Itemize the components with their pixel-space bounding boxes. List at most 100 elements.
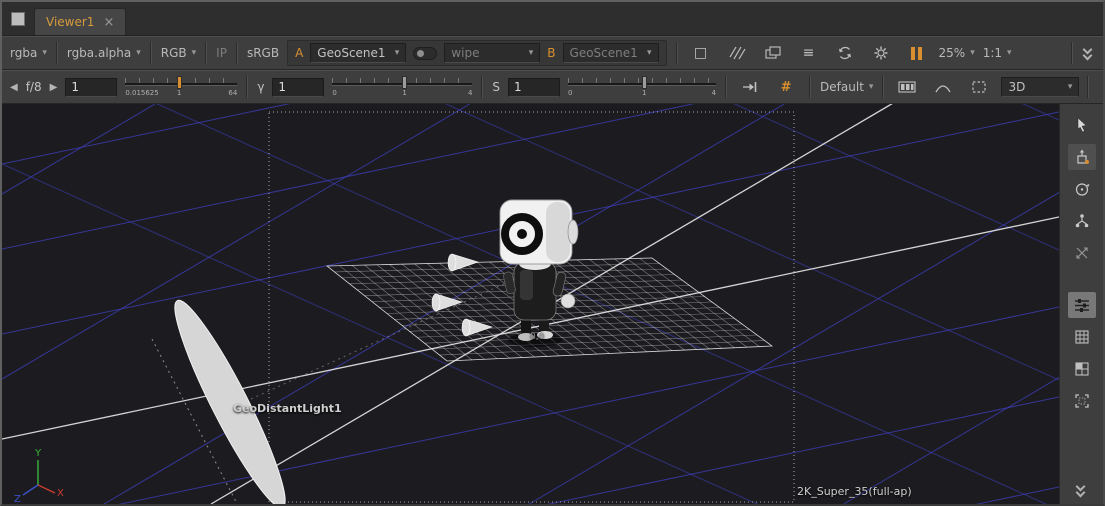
tab-close-icon[interactable]: × <box>103 16 114 29</box>
input-a-label: A <box>295 46 303 60</box>
divider <box>676 42 678 64</box>
saturation-input[interactable]: 1 <box>508 78 560 97</box>
gain-input[interactable]: 1 <box>65 78 117 97</box>
cursor-icon <box>1073 116 1091 134</box>
contact-sheet-button[interactable] <box>1068 324 1096 350</box>
translate-tool-button[interactable] <box>1068 144 1096 170</box>
saturation-slider-handle[interactable] <box>642 76 647 89</box>
divider <box>1071 42 1073 64</box>
saturation-label: S <box>492 80 500 94</box>
input-b-label: B <box>547 46 555 60</box>
scale-icon <box>1073 244 1091 262</box>
origin-label: 0,0 <box>530 332 544 342</box>
chevron-down-icon: ▾ <box>869 82 874 92</box>
chevron-down-icon: ▾ <box>1068 82 1073 92</box>
chevron-down-icon: ▾ <box>192 48 197 58</box>
lut-curve-button[interactable] <box>929 74 957 100</box>
layer-dropdown[interactable]: rgba ▾ <box>10 46 47 60</box>
next-arrow-icon[interactable]: ▶ <box>50 82 58 93</box>
gamma-slider[interactable]: 0 1 4 <box>332 74 472 100</box>
gamma-label: γ <box>257 80 264 94</box>
chevron-down-icon: ▾ <box>395 48 400 58</box>
split-view-button[interactable] <box>1068 356 1096 382</box>
select-tool-button[interactable] <box>1068 112 1096 138</box>
viewport-rect-icon: □ <box>694 45 707 61</box>
view-mode-dropdown[interactable]: 3D ▾ <box>1001 77 1079 97</box>
refresh-icon <box>836 45 854 61</box>
panel-menu-icon[interactable] <box>11 12 25 26</box>
divider <box>236 42 238 64</box>
collapse-toolbar-icon[interactable] <box>1082 46 1095 61</box>
input-process-toggle[interactable]: IP <box>216 46 227 60</box>
chevron-down-icon: ▾ <box>529 48 534 58</box>
lines-icon: ≡ <box>803 45 815 61</box>
grid-toggle-button[interactable]: # <box>772 74 800 100</box>
chevron-down-icon: ▾ <box>647 48 652 58</box>
format-label: 2K_Super_35(full-ap) <box>797 485 912 498</box>
gamma-slider-handle[interactable] <box>402 76 407 89</box>
show-overlay-button[interactable]: □ <box>687 40 715 66</box>
wipe-inputs-group: A GeoScene1 ▾ wipe ▾ B GeoScene1 ▾ <box>287 40 666 66</box>
proxy-mode-button[interactable] <box>759 40 787 66</box>
gear-icon <box>872 45 890 61</box>
pause-icon <box>911 47 915 60</box>
stripes-icon <box>728 45 746 61</box>
colorspace-dropdown[interactable]: sRGB <box>247 46 279 60</box>
pause-button[interactable] <box>903 40 931 66</box>
rotate-icon <box>1073 180 1091 198</box>
distant-light-disc[interactable] <box>161 292 298 504</box>
tab-viewer1[interactable]: Viewer1 × <box>34 8 126 35</box>
gain-slider-handle[interactable] <box>177 76 182 89</box>
divider <box>56 42 58 64</box>
scanline-button[interactable]: ≡ <box>795 40 823 66</box>
prev-arrow-icon[interactable]: ◀ <box>10 82 18 93</box>
region-select-button[interactable] <box>1068 388 1096 414</box>
roi-settings-button[interactable] <box>867 40 895 66</box>
3d-viewport-canvas: Y X Z <box>2 104 1059 504</box>
fstop-label[interactable]: f/8 <box>26 80 42 94</box>
split-quad-icon <box>1073 360 1091 378</box>
grid-panes-icon <box>1073 328 1091 346</box>
collapse-sidebar-icon[interactable] <box>1075 483 1088 498</box>
scale-tool-button[interactable] <box>1068 240 1096 266</box>
wipe-blend-toggle[interactable] <box>413 47 437 60</box>
axis-z-label: Z <box>14 494 21 504</box>
corner-brackets-icon <box>1073 392 1091 410</box>
divider <box>246 76 248 98</box>
axis-gizmo: Y X Z <box>14 448 64 504</box>
pixel-aspect-dropdown[interactable]: 1:1 ▾ <box>983 46 1012 60</box>
framebuffer-button[interactable] <box>893 74 921 100</box>
wipe-pattern-button[interactable] <box>723 40 751 66</box>
gamma-input[interactable]: 1 <box>272 78 324 97</box>
hierarchy-tool-button[interactable] <box>1068 208 1096 234</box>
axis-x-label: X <box>57 488 64 499</box>
divider <box>150 42 152 64</box>
refresh-button[interactable] <box>831 40 859 66</box>
divider <box>725 76 727 98</box>
alpha-layer-dropdown[interactable]: rgba.alpha ▾ <box>67 46 141 60</box>
gain-slider[interactable]: 0.015625 1 64 <box>125 74 237 100</box>
transform-handles-button[interactable] <box>1098 74 1105 100</box>
input-a-dropdown[interactable]: GeoScene1 ▾ <box>310 43 406 63</box>
rotate-tool-button[interactable] <box>1068 176 1096 202</box>
roi-marquee-button[interactable] <box>965 74 993 100</box>
saturation-slider[interactable]: 0 1 4 <box>568 74 716 100</box>
downrez-dropdown[interactable]: Default ▾ <box>820 80 873 94</box>
wipe-controls-button[interactable] <box>1068 292 1096 318</box>
input-b-dropdown[interactable]: GeoScene1 ▾ <box>563 43 659 63</box>
channels-dropdown[interactable]: RGB ▾ <box>161 46 196 60</box>
tab-bar: Viewer1 × <box>2 2 1103 36</box>
hierarchy-icon <box>1073 212 1091 230</box>
zoom-dropdown[interactable]: 25% ▾ <box>939 46 975 60</box>
viewer-panel: Viewer1 × rgba ▾ rgba.alpha ▾ RGB ▾ IP s… <box>0 0 1105 506</box>
dashed-box-icon <box>970 79 988 95</box>
axis-y-label: Y <box>34 448 42 459</box>
curve-icon <box>934 79 952 95</box>
goto-input-button[interactable] <box>736 74 764 100</box>
chevron-down-icon: ▾ <box>1007 48 1012 58</box>
pause-icon <box>918 47 922 60</box>
3d-viewport[interactable]: Y X Z GeoDistantLight1 0,0 2K_Super_35(f… <box>2 104 1059 504</box>
viewer-toolbar-top: rgba ▾ rgba.alpha ▾ RGB ▾ IP sRGB A GeoS… <box>2 36 1103 70</box>
divider <box>882 76 884 98</box>
wipe-mode-dropdown[interactable]: wipe ▾ <box>444 43 540 63</box>
